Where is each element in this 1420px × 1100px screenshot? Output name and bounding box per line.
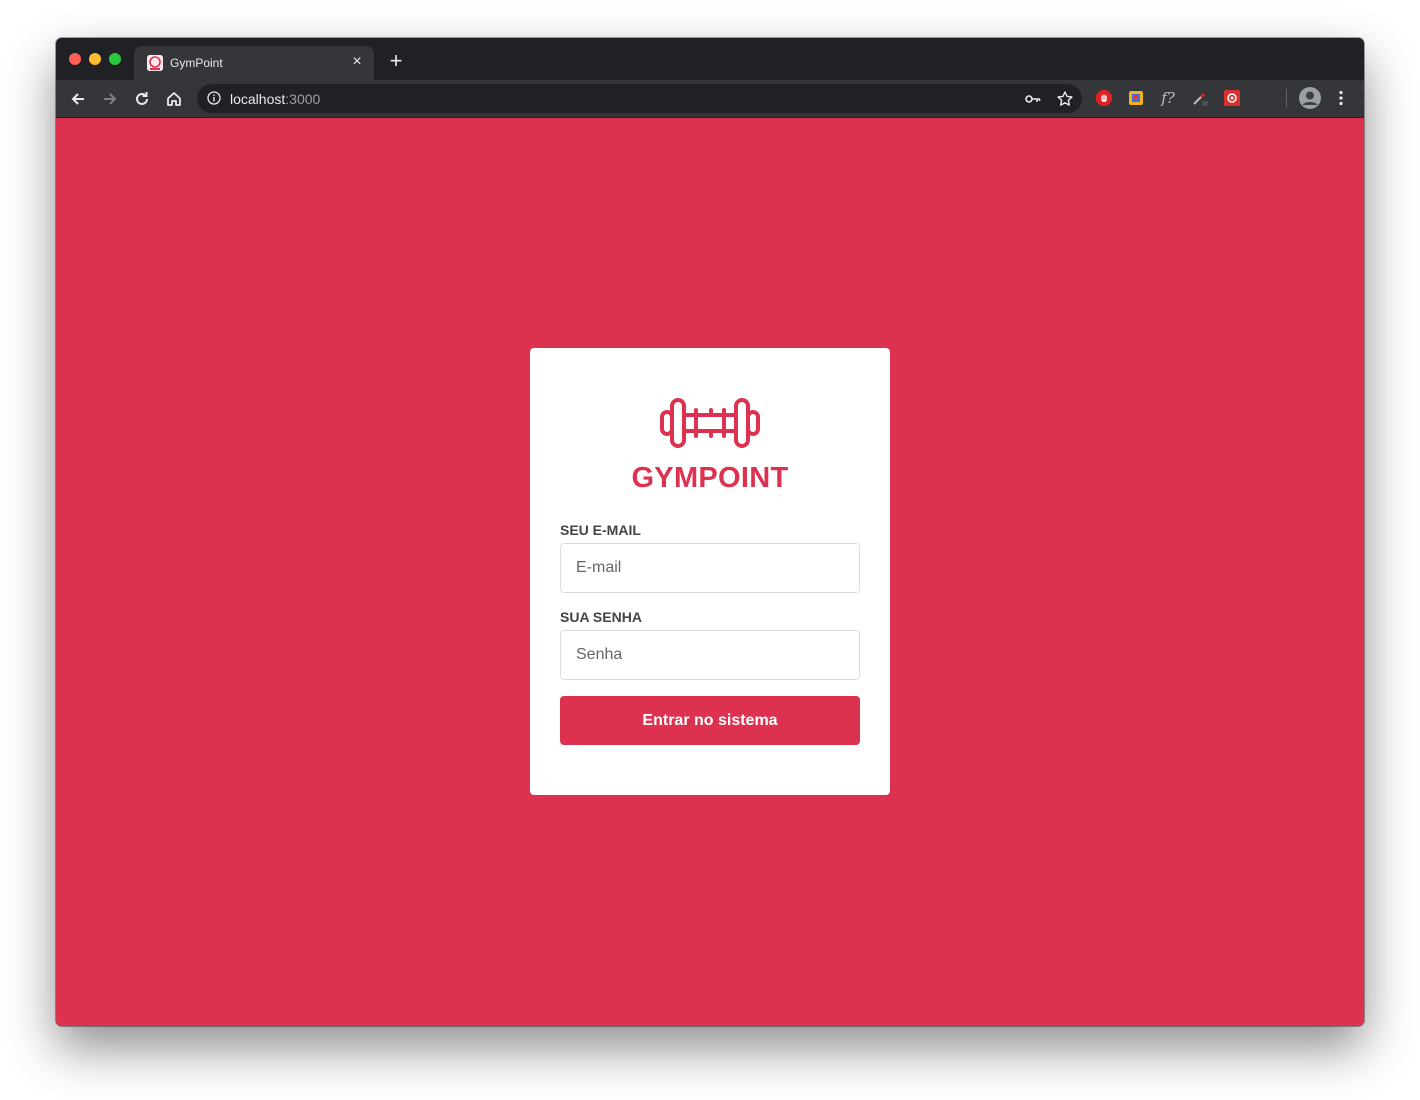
browser-toolbar: localhost:3000 f?: [56, 80, 1364, 118]
email-field[interactable]: [560, 543, 860, 593]
tab-gympoint[interactable]: GymPoint ×: [134, 46, 374, 80]
browser-window: GymPoint × + localhost:3000 f? GYMPOINT …: [56, 38, 1364, 1026]
eyedropper-extension-icon[interactable]: [1191, 89, 1209, 107]
tab-title: GymPoint: [170, 56, 223, 70]
font-finder-extension-icon[interactable]: f?: [1159, 89, 1177, 107]
toolbar-separator: [1286, 89, 1287, 107]
login-submit-button[interactable]: Entrar no sistema: [560, 696, 860, 745]
minimize-window-button[interactable]: [89, 53, 101, 65]
dumbbell-icon: [660, 398, 760, 448]
react-devtools-extension-icon[interactable]: [1223, 89, 1241, 107]
forward-arrow-icon[interactable]: [98, 87, 122, 111]
tab-strip: GymPoint × +: [56, 38, 1364, 80]
url-text: localhost:3000: [230, 91, 320, 107]
gympoint-favicon-icon: [147, 55, 163, 71]
email-label: SEU E-MAIL: [560, 522, 641, 538]
address-bar[interactable]: localhost:3000: [197, 84, 1082, 113]
back-arrow-icon[interactable]: [66, 87, 90, 111]
maximize-window-button[interactable]: [109, 53, 121, 65]
tab-close-icon[interactable]: ×: [348, 53, 366, 71]
browser-menu-icon[interactable]: [1332, 89, 1350, 107]
password-label: SUA SENHA: [560, 609, 642, 625]
extension-colorful-icon[interactable]: [1127, 89, 1145, 107]
close-window-button[interactable]: [69, 53, 81, 65]
new-tab-button[interactable]: +: [386, 50, 406, 72]
site-info-icon[interactable]: [207, 91, 221, 105]
url-host: localhost: [230, 91, 286, 107]
url-port: :3000: [285, 91, 321, 107]
reload-icon[interactable]: [130, 87, 154, 111]
login-card: GYMPOINT SEU E-MAIL SUA SENHA Entrar no …: [530, 348, 890, 795]
home-icon[interactable]: [162, 87, 186, 111]
key-icon[interactable]: [1024, 90, 1042, 108]
adblock-extension-icon[interactable]: [1095, 89, 1113, 107]
bookmark-star-icon[interactable]: [1056, 90, 1074, 108]
profile-avatar[interactable]: [1299, 87, 1321, 109]
password-field[interactable]: [560, 630, 860, 680]
brand-title: GYMPOINT: [631, 462, 789, 494]
page-viewport: GYMPOINT SEU E-MAIL SUA SENHA Entrar no …: [56, 118, 1364, 1026]
